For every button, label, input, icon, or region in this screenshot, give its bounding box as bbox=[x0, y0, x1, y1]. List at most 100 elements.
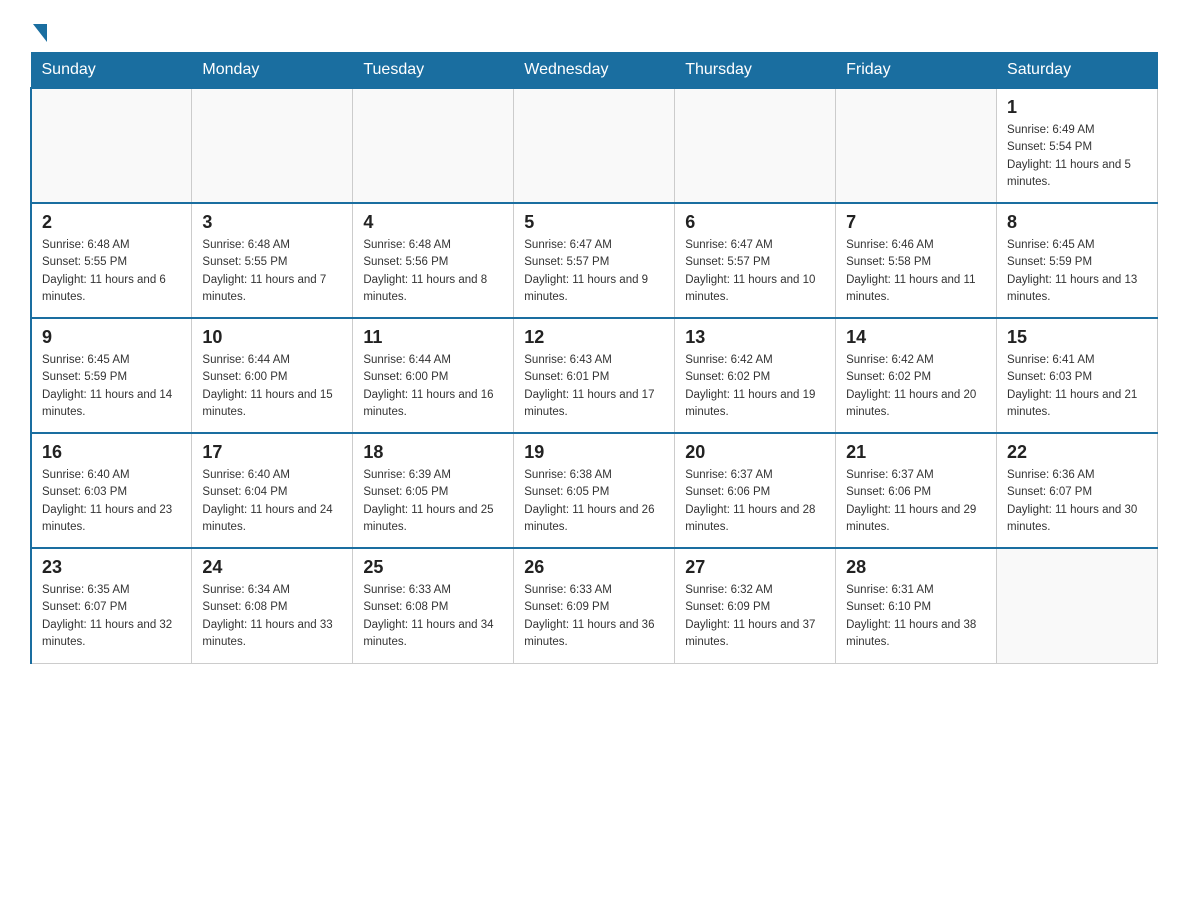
calendar-day-cell bbox=[31, 88, 192, 203]
day-info: Sunrise: 6:33 AMSunset: 6:09 PMDaylight:… bbox=[524, 582, 664, 651]
calendar-day-cell: 26 Sunrise: 6:33 AMSunset: 6:09 PMDayligh… bbox=[514, 548, 675, 663]
day-info: Sunrise: 6:44 AMSunset: 6:00 PMDaylight:… bbox=[202, 352, 342, 421]
day-info: Sunrise: 6:39 AMSunset: 6:05 PMDaylight:… bbox=[363, 467, 503, 536]
day-info: Sunrise: 6:40 AMSunset: 6:03 PMDaylight:… bbox=[42, 467, 181, 536]
day-info: Sunrise: 6:36 AMSunset: 6:07 PMDaylight:… bbox=[1007, 467, 1147, 536]
day-number: 22 bbox=[1007, 442, 1147, 463]
day-info: Sunrise: 6:41 AMSunset: 6:03 PMDaylight:… bbox=[1007, 352, 1147, 421]
weekday-header: Sunday bbox=[31, 53, 192, 89]
calendar-body: 1 Sunrise: 6:49 AMSunset: 5:54 PMDaylight… bbox=[31, 88, 1158, 663]
logo-general-text bbox=[30, 20, 47, 42]
day-info: Sunrise: 6:42 AMSunset: 6:02 PMDaylight:… bbox=[685, 352, 825, 421]
calendar-header: SundayMondayTuesdayWednesdayThursdayFrid… bbox=[31, 53, 1158, 89]
weekday-header: Friday bbox=[836, 53, 997, 89]
day-number: 1 bbox=[1007, 97, 1147, 118]
calendar-day-cell: 10 Sunrise: 6:44 AMSunset: 6:00 PMDayligh… bbox=[192, 318, 353, 433]
day-info: Sunrise: 6:32 AMSunset: 6:09 PMDaylight:… bbox=[685, 582, 825, 651]
day-number: 2 bbox=[42, 212, 181, 233]
day-number: 17 bbox=[202, 442, 342, 463]
day-number: 7 bbox=[846, 212, 986, 233]
calendar-day-cell bbox=[675, 88, 836, 203]
day-info: Sunrise: 6:45 AMSunset: 5:59 PMDaylight:… bbox=[1007, 237, 1147, 306]
calendar-day-cell: 2 Sunrise: 6:48 AMSunset: 5:55 PMDaylight… bbox=[31, 203, 192, 318]
calendar-day-cell: 3 Sunrise: 6:48 AMSunset: 5:55 PMDaylight… bbox=[192, 203, 353, 318]
calendar-day-cell: 8 Sunrise: 6:45 AMSunset: 5:59 PMDaylight… bbox=[997, 203, 1158, 318]
weekday-header-row: SundayMondayTuesdayWednesdayThursdayFrid… bbox=[31, 53, 1158, 89]
calendar-day-cell: 15Sunrise: 6:41 AMSunset: 6:03 PMDayligh… bbox=[997, 318, 1158, 433]
day-info: Sunrise: 6:37 AMSunset: 6:06 PMDaylight:… bbox=[846, 467, 986, 536]
calendar-day-cell: 6 Sunrise: 6:47 AMSunset: 5:57 PMDaylight… bbox=[675, 203, 836, 318]
day-number: 26 bbox=[524, 557, 664, 578]
calendar-day-cell: 24 Sunrise: 6:34 AMSunset: 6:08 PMDayligh… bbox=[192, 548, 353, 663]
day-number: 28 bbox=[846, 557, 986, 578]
calendar-day-cell: 19 Sunrise: 6:38 AMSunset: 6:05 PMDayligh… bbox=[514, 433, 675, 548]
calendar-week-row: 2 Sunrise: 6:48 AMSunset: 5:55 PMDaylight… bbox=[31, 203, 1158, 318]
calendar-day-cell: 23 Sunrise: 6:35 AMSunset: 6:07 PMDayligh… bbox=[31, 548, 192, 663]
day-info: Sunrise: 6:34 AMSunset: 6:08 PMDaylight:… bbox=[202, 582, 342, 651]
day-info: Sunrise: 6:48 AMSunset: 5:55 PMDaylight:… bbox=[202, 237, 342, 306]
day-info: Sunrise: 6:48 AMSunset: 5:55 PMDaylight:… bbox=[42, 237, 181, 306]
day-number: 21 bbox=[846, 442, 986, 463]
day-number: 9 bbox=[42, 327, 181, 348]
weekday-header: Monday bbox=[192, 53, 353, 89]
calendar-day-cell: 27 Sunrise: 6:32 AMSunset: 6:09 PMDayligh… bbox=[675, 548, 836, 663]
weekday-header: Wednesday bbox=[514, 53, 675, 89]
calendar-day-cell: 16 Sunrise: 6:40 AMSunset: 6:03 PMDayligh… bbox=[31, 433, 192, 548]
day-number: 16 bbox=[42, 442, 181, 463]
day-number: 25 bbox=[363, 557, 503, 578]
day-info: Sunrise: 6:37 AMSunset: 6:06 PMDaylight:… bbox=[685, 467, 825, 536]
calendar-day-cell: 12Sunrise: 6:43 AMSunset: 6:01 PMDayligh… bbox=[514, 318, 675, 433]
day-number: 12 bbox=[524, 327, 664, 348]
day-number: 23 bbox=[42, 557, 181, 578]
calendar-day-cell bbox=[836, 88, 997, 203]
calendar-day-cell: 9 Sunrise: 6:45 AMSunset: 5:59 PMDaylight… bbox=[31, 318, 192, 433]
calendar-day-cell: 22 Sunrise: 6:36 AMSunset: 6:07 PMDayligh… bbox=[997, 433, 1158, 548]
calendar-day-cell: 18 Sunrise: 6:39 AMSunset: 6:05 PMDayligh… bbox=[353, 433, 514, 548]
calendar-day-cell: 28 Sunrise: 6:31 AMSunset: 6:10 PMDayligh… bbox=[836, 548, 997, 663]
calendar-day-cell: 17 Sunrise: 6:40 AMSunset: 6:04 PMDayligh… bbox=[192, 433, 353, 548]
day-number: 11 bbox=[363, 327, 503, 348]
calendar-day-cell: 20Sunrise: 6:37 AMSunset: 6:06 PMDayligh… bbox=[675, 433, 836, 548]
day-number: 8 bbox=[1007, 212, 1147, 233]
weekday-header: Tuesday bbox=[353, 53, 514, 89]
day-info: Sunrise: 6:44 AMSunset: 6:00 PMDaylight:… bbox=[363, 352, 503, 421]
day-info: Sunrise: 6:38 AMSunset: 6:05 PMDaylight:… bbox=[524, 467, 664, 536]
logo-triangle-icon bbox=[33, 24, 47, 42]
day-info: Sunrise: 6:47 AMSunset: 5:57 PMDaylight:… bbox=[685, 237, 825, 306]
calendar-day-cell: 1 Sunrise: 6:49 AMSunset: 5:54 PMDaylight… bbox=[997, 88, 1158, 203]
page-header bbox=[30, 20, 1158, 42]
day-number: 3 bbox=[202, 212, 342, 233]
day-info: Sunrise: 6:35 AMSunset: 6:07 PMDaylight:… bbox=[42, 582, 181, 651]
calendar-day-cell: 7Sunrise: 6:46 AMSunset: 5:58 PMDaylight… bbox=[836, 203, 997, 318]
calendar-day-cell bbox=[353, 88, 514, 203]
day-number: 5 bbox=[524, 212, 664, 233]
calendar-day-cell bbox=[997, 548, 1158, 663]
calendar-table: SundayMondayTuesdayWednesdayThursdayFrid… bbox=[30, 52, 1158, 664]
day-info: Sunrise: 6:45 AMSunset: 5:59 PMDaylight:… bbox=[42, 352, 181, 421]
day-number: 19 bbox=[524, 442, 664, 463]
day-info: Sunrise: 6:31 AMSunset: 6:10 PMDaylight:… bbox=[846, 582, 986, 651]
day-number: 24 bbox=[202, 557, 342, 578]
calendar-week-row: 23 Sunrise: 6:35 AMSunset: 6:07 PMDayligh… bbox=[31, 548, 1158, 663]
calendar-day-cell: 11 Sunrise: 6:44 AMSunset: 6:00 PMDayligh… bbox=[353, 318, 514, 433]
day-number: 6 bbox=[685, 212, 825, 233]
day-number: 10 bbox=[202, 327, 342, 348]
calendar-day-cell: 4 Sunrise: 6:48 AMSunset: 5:56 PMDaylight… bbox=[353, 203, 514, 318]
calendar-day-cell bbox=[514, 88, 675, 203]
calendar-week-row: 16 Sunrise: 6:40 AMSunset: 6:03 PMDayligh… bbox=[31, 433, 1158, 548]
day-info: Sunrise: 6:48 AMSunset: 5:56 PMDaylight:… bbox=[363, 237, 503, 306]
calendar-week-row: 1 Sunrise: 6:49 AMSunset: 5:54 PMDaylight… bbox=[31, 88, 1158, 203]
weekday-header: Saturday bbox=[997, 53, 1158, 89]
logo bbox=[30, 20, 47, 42]
day-number: 4 bbox=[363, 212, 503, 233]
calendar-day-cell: 21 Sunrise: 6:37 AMSunset: 6:06 PMDayligh… bbox=[836, 433, 997, 548]
day-info: Sunrise: 6:33 AMSunset: 6:08 PMDaylight:… bbox=[363, 582, 503, 651]
calendar-day-cell: 14Sunrise: 6:42 AMSunset: 6:02 PMDayligh… bbox=[836, 318, 997, 433]
day-number: 27 bbox=[685, 557, 825, 578]
day-info: Sunrise: 6:40 AMSunset: 6:04 PMDaylight:… bbox=[202, 467, 342, 536]
calendar-week-row: 9 Sunrise: 6:45 AMSunset: 5:59 PMDaylight… bbox=[31, 318, 1158, 433]
calendar-day-cell: 5Sunrise: 6:47 AMSunset: 5:57 PMDaylight… bbox=[514, 203, 675, 318]
day-info: Sunrise: 6:49 AMSunset: 5:54 PMDaylight:… bbox=[1007, 122, 1147, 191]
weekday-header: Thursday bbox=[675, 53, 836, 89]
day-number: 18 bbox=[363, 442, 503, 463]
